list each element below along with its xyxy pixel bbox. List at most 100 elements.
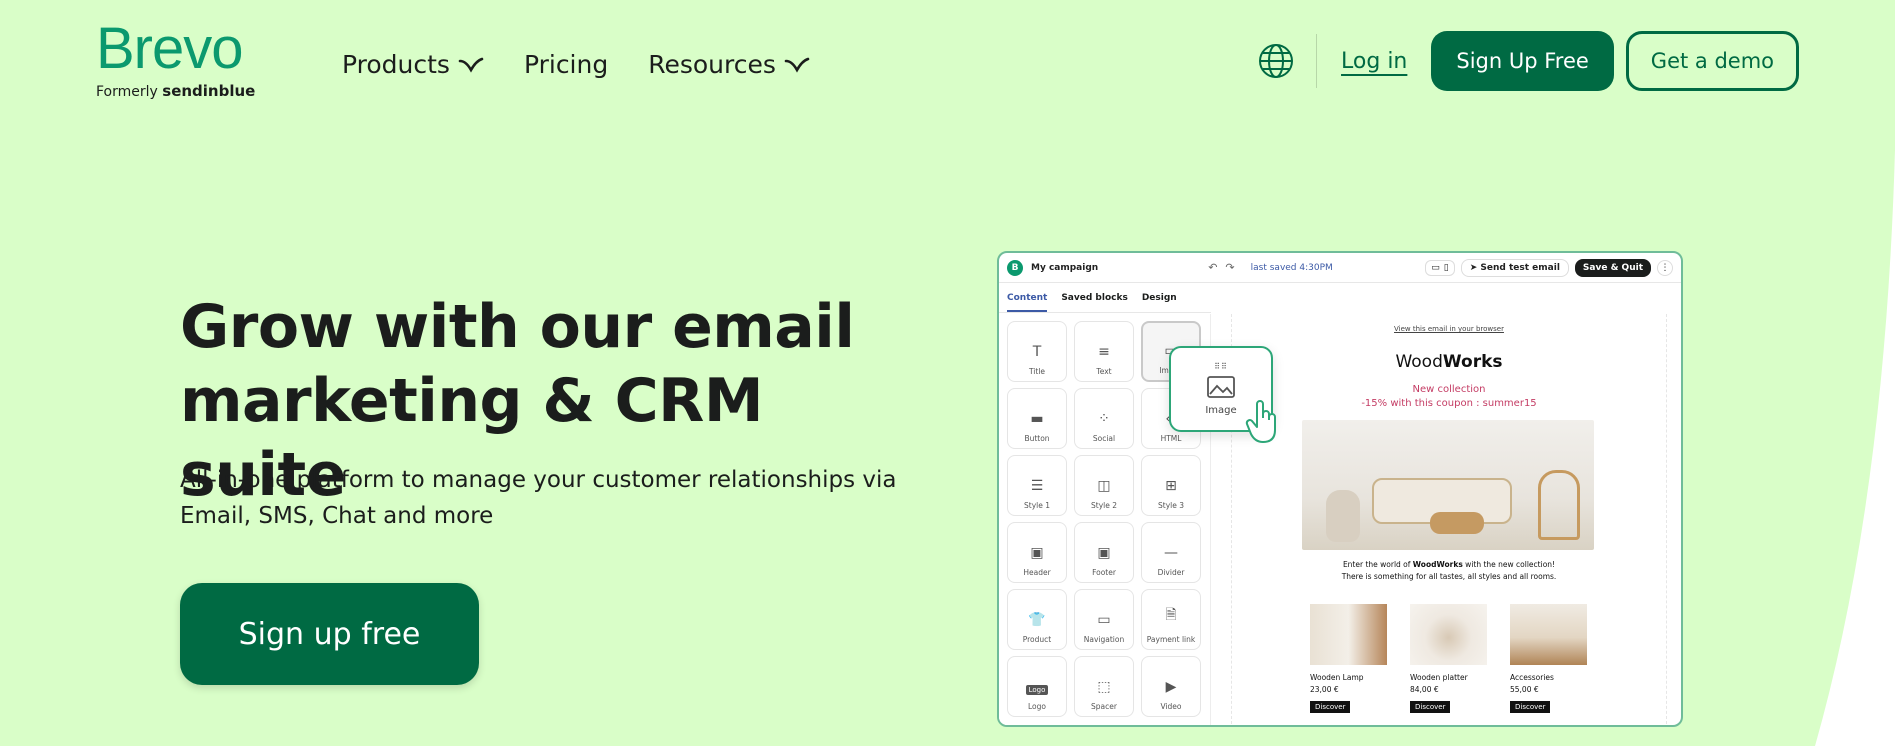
button-icon: ▬	[1030, 411, 1044, 427]
block-label: HTML	[1160, 434, 1182, 443]
view-in-browser-link[interactable]: View this email in your browser	[1232, 325, 1666, 333]
drag-handle-icon[interactable]: ⠿⠿	[1214, 362, 1228, 371]
header-actions: Log in Sign Up Free Get a demo	[1258, 31, 1799, 91]
tab-saved-blocks[interactable]: Saved blocks	[1061, 293, 1128, 303]
block-label: Product	[1022, 635, 1052, 644]
block-divider[interactable]: — Divider	[1141, 522, 1201, 583]
product-price: 23,00 €	[1310, 685, 1339, 694]
editor-logo-icon: B	[1007, 259, 1023, 276]
table-shape	[1430, 512, 1484, 534]
image-icon	[1207, 376, 1235, 398]
product-price: 55,00 €	[1510, 685, 1539, 694]
vase-shape	[1326, 490, 1360, 542]
discover-button[interactable]: Discover	[1410, 701, 1451, 713]
style-2-icon: ◫	[1097, 478, 1111, 494]
tab-content[interactable]: Content	[1007, 293, 1048, 312]
get-demo-button[interactable]: Get a demo	[1625, 31, 1799, 91]
chair-shape	[1538, 470, 1580, 540]
brand-bold: Works	[1442, 352, 1503, 372]
accessories-image	[1510, 604, 1587, 665]
brevo-logo[interactable]: Brevo Formerly sendinblue	[96, 20, 255, 101]
block-label: Divider	[1157, 568, 1185, 577]
block-style-1[interactable]: ☰ Style 1	[1007, 455, 1067, 516]
block-social[interactable]: ⁘ Social	[1074, 388, 1134, 449]
block-text[interactable]: ≡ Text	[1074, 321, 1134, 382]
block-product[interactable]: 👕 Product	[1007, 589, 1067, 650]
last-saved-status: last saved 4:30PM	[1250, 262, 1333, 273]
block-label: Logo	[1028, 702, 1046, 711]
block-label: Style 1	[1024, 501, 1050, 510]
email-caption: Enter the world of WoodWorks with the ne…	[1232, 559, 1666, 583]
text-icon: ≡	[1098, 344, 1110, 360]
nav-pricing-label: Pricing	[523, 50, 609, 79]
chevron-down-icon	[458, 57, 484, 73]
block-video[interactable]: ▶ Video	[1141, 656, 1201, 717]
block-label: Footer	[1092, 568, 1116, 577]
product-price: 84,00 €	[1410, 685, 1439, 694]
block-style-2[interactable]: ◫ Style 2	[1074, 455, 1134, 516]
block-label: Payment link	[1146, 635, 1196, 644]
nav-resources[interactable]: Resources	[648, 50, 810, 79]
header-icon: ▣	[1030, 545, 1044, 561]
product-name: Wooden platter	[1410, 673, 1468, 682]
send-test-label: Send test email	[1480, 262, 1560, 273]
block-footer[interactable]: ▣ Footer	[1074, 522, 1134, 583]
title-icon: T	[1032, 344, 1042, 360]
undo-redo-icons[interactable]: ↶↷	[1208, 261, 1242, 274]
block-label: Video	[1160, 702, 1182, 711]
block-spacer[interactable]: ⬚ Spacer	[1074, 656, 1134, 717]
block-style-3[interactable]: ⊞ Style 3	[1141, 455, 1201, 516]
logo-icon: Logo	[1025, 685, 1049, 695]
nav-products-label: Products	[342, 50, 450, 79]
email-canvas: View this email in your browser WoodWork…	[1231, 314, 1667, 725]
send-icon: ➤	[1469, 262, 1481, 273]
block-label: Spacer	[1091, 702, 1117, 711]
block-label: Social	[1092, 434, 1116, 443]
hero-subtitle: All-in-one platform to manage your custo…	[180, 467, 897, 529]
navigation-icon: ▭	[1097, 612, 1111, 628]
block-logo[interactable]: Logo Logo	[1007, 656, 1067, 717]
more-options-icon[interactable]: ⋮	[1657, 259, 1673, 276]
brand-regular: Wood	[1395, 352, 1443, 372]
product-name: Wooden Lamp	[1310, 673, 1364, 682]
product-card: Wooden Lamp 23,00 € Discover	[1310, 604, 1387, 713]
wooden-platter-image	[1410, 604, 1487, 665]
desktop-icon[interactable]: ▭	[1431, 263, 1440, 273]
save-quit-button[interactable]: Save & Quit	[1574, 258, 1651, 277]
block-button[interactable]: ▬ Button	[1007, 388, 1067, 449]
tab-design[interactable]: Design	[1142, 293, 1177, 303]
style-3-icon: ⊞	[1165, 478, 1177, 494]
signup-button[interactable]: Sign Up Free	[1431, 31, 1614, 91]
drag-label: Image	[1205, 405, 1237, 416]
globe-icon[interactable]	[1258, 43, 1294, 79]
block-header[interactable]: ▣ Header	[1007, 522, 1067, 583]
block-navigation[interactable]: ▭ Navigation	[1074, 589, 1134, 650]
block-payment-link[interactable]: 🗎 Payment link	[1141, 589, 1201, 650]
discover-button[interactable]: Discover	[1510, 701, 1551, 713]
decorative-wave	[1815, 150, 1895, 746]
caption-pre: Enter the world of	[1342, 560, 1413, 569]
email-brand: WoodWorks	[1232, 352, 1666, 372]
nav-pricing[interactable]: Pricing	[524, 50, 608, 79]
hero-signup-button[interactable]: Sign up free	[180, 583, 479, 685]
device-toggle[interactable]: ▭ ▯	[1425, 259, 1455, 276]
chevron-down-icon	[784, 57, 810, 73]
social-icon: ⁘	[1098, 411, 1110, 427]
block-title[interactable]: T Title	[1007, 321, 1067, 382]
block-label: Style 3	[1158, 501, 1184, 510]
email-promo: New collection -15% with this coupon : s…	[1232, 383, 1666, 411]
discover-button[interactable]: Discover	[1310, 701, 1351, 713]
divider-icon: —	[1164, 545, 1178, 561]
block-label: Title	[1028, 367, 1046, 376]
style-1-icon: ☰	[1030, 478, 1044, 494]
login-link[interactable]: Log in	[1341, 49, 1407, 74]
nav-products[interactable]: Products	[342, 50, 484, 79]
email-editor-preview: B My campaign ↶↷ last saved 4:30PM ▭ ▯ ➤…	[997, 251, 1683, 727]
send-test-email-button[interactable]: ➤ Send test email	[1460, 258, 1569, 277]
mobile-icon[interactable]: ▯	[1444, 263, 1449, 273]
nav-resources-label: Resources	[648, 50, 776, 79]
footer-icon: ▣	[1097, 545, 1111, 561]
caption-post: with the new collection!	[1462, 560, 1556, 569]
block-label: Header	[1023, 568, 1051, 577]
block-label: Style 2	[1091, 501, 1117, 510]
